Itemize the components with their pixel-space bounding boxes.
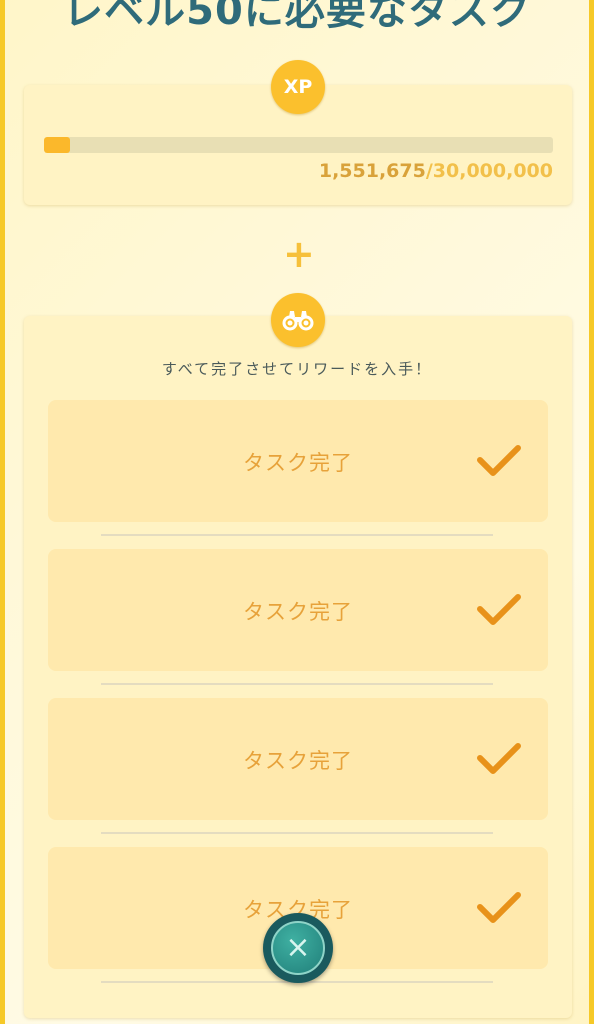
task-row[interactable]: タスク完了 (48, 698, 548, 820)
checkmark-icon (477, 892, 521, 923)
xp-numbers: 1,551,675/30,000,000 (319, 160, 553, 182)
task-label: タスク完了 (243, 600, 353, 624)
close-button[interactable]: × (263, 913, 333, 983)
divider (101, 683, 493, 685)
xp-progress-fill (44, 137, 71, 153)
xp-progress-bar (44, 137, 553, 153)
divider (101, 832, 493, 834)
close-icon: × (271, 921, 325, 975)
xp-badge: XP (271, 60, 325, 114)
binoculars-icon (271, 293, 325, 347)
checkmark-icon (477, 445, 521, 476)
task-label: タスク完了 (243, 749, 353, 773)
plus-icon: + (283, 232, 315, 276)
xp-separator: / (425, 160, 433, 182)
page-title: レベル50に必要なタスク (63, 0, 531, 34)
xp-current: 1,551,675 (318, 160, 426, 182)
tasks-subtitle: すべて完了させてリワードを入手！ (161, 360, 433, 378)
task-label: タスク完了 (243, 451, 353, 475)
divider (101, 534, 493, 536)
xp-badge-label: XP (283, 76, 313, 98)
xp-goal: 30,000,000 (432, 160, 553, 182)
task-row[interactable]: タスク完了 (48, 400, 548, 522)
checkmark-icon (477, 743, 521, 774)
checkmark-icon (477, 594, 521, 625)
task-row[interactable]: タスク完了 (48, 549, 548, 671)
